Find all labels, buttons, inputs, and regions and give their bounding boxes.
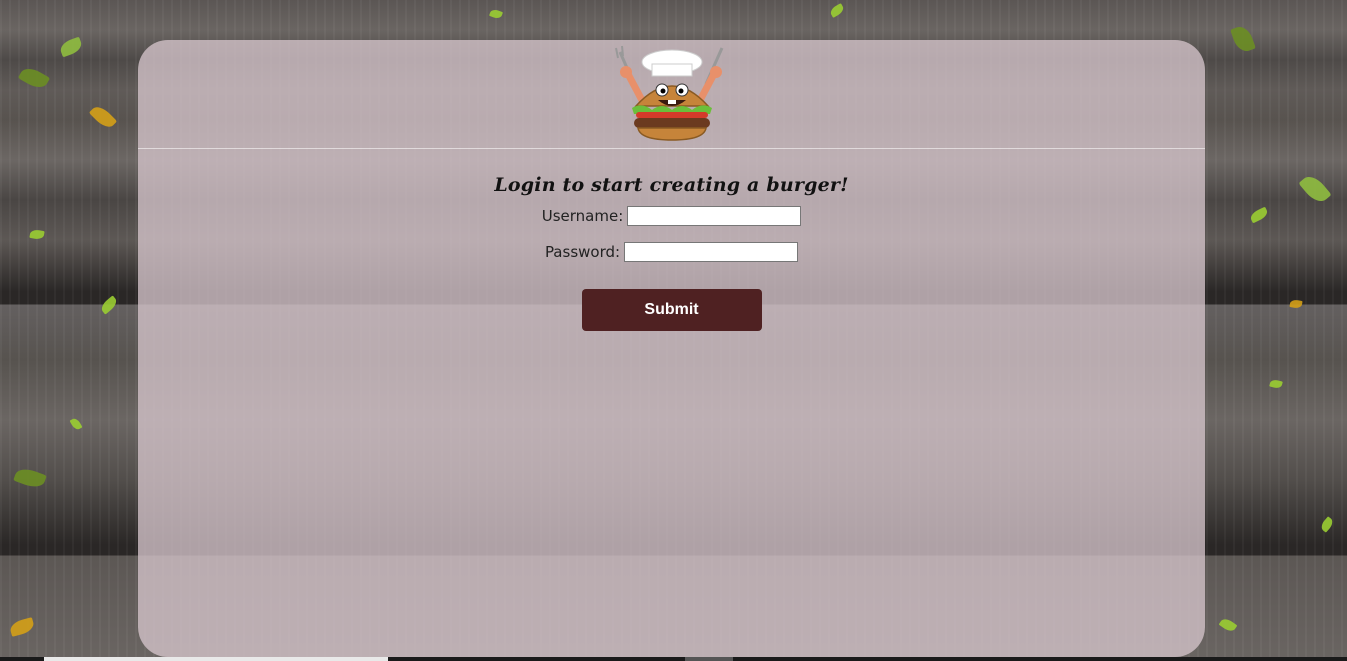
leaf-decoration [1298,171,1332,207]
bottom-strip-segment [685,657,733,661]
leaf-decoration [58,36,84,58]
leaf-decoration [17,64,51,92]
leaf-decoration [1269,378,1283,390]
leaf-decoration [1248,206,1270,224]
leaf-decoration [488,8,504,20]
page-title: Login to start creating a burger! [494,174,849,196]
username-label: Username: [541,207,624,225]
bottom-strip-segment [44,657,388,661]
panel-header [138,40,1205,149]
leaf-decoration [69,416,83,432]
password-label: Password: [544,243,621,261]
leaf-decoration [1218,616,1238,634]
login-panel: Login to start creating a burger! Userna… [138,40,1205,657]
leaf-decoration [1319,516,1335,533]
leaf-decoration [98,295,120,315]
bottom-strip [0,657,1347,661]
leaf-decoration [88,102,118,132]
leaf-decoration [1230,23,1256,55]
password-row: Password: [138,240,1205,264]
login-form: Login to start creating a burger! Userna… [138,168,1205,331]
submit-button[interactable]: Submit [581,289,762,331]
leaf-decoration [1289,299,1303,309]
leaf-decoration [828,3,846,18]
leaf-decoration [8,617,36,637]
username-row: Username: [138,204,1205,228]
leaf-decoration [13,465,47,491]
leaf-decoration [29,228,45,241]
username-input[interactable] [627,206,802,226]
password-input[interactable] [624,242,799,262]
burger-chef-mascot-icon [606,44,738,144]
